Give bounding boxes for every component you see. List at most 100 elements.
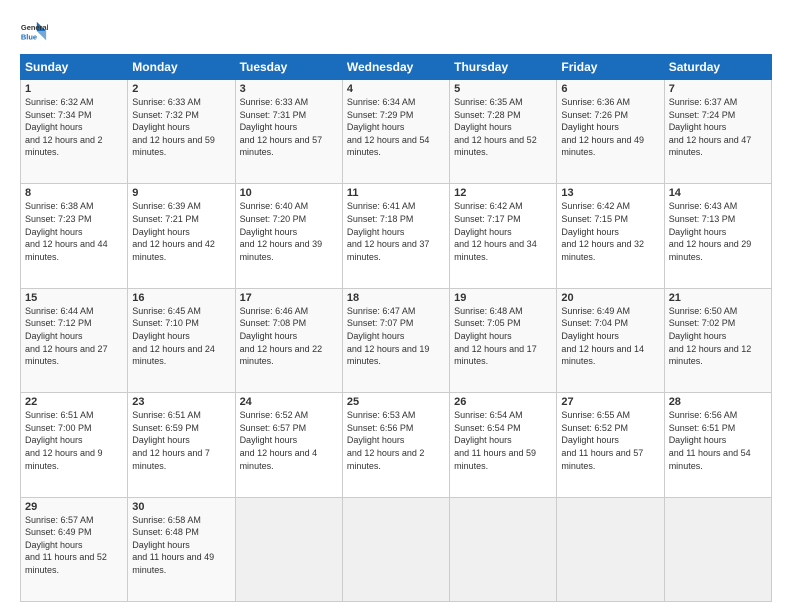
logo-icon: General Blue <box>20 18 48 46</box>
day-number: 1 <box>25 83 123 95</box>
day-info: Sunrise: 6:51 AMSunset: 7:00 PMDaylight … <box>25 409 123 472</box>
day-number: 11 <box>347 187 445 199</box>
day-header-sunday: Sunday <box>21 55 128 80</box>
day-number: 7 <box>669 83 767 95</box>
day-number: 9 <box>132 187 230 199</box>
day-info: Sunrise: 6:43 AMSunset: 7:13 PMDaylight … <box>669 200 767 263</box>
day-number: 21 <box>669 292 767 304</box>
header: General Blue <box>20 18 772 46</box>
day-info: Sunrise: 6:38 AMSunset: 7:23 PMDaylight … <box>25 200 123 263</box>
calendar-cell: 3 Sunrise: 6:33 AMSunset: 7:31 PMDayligh… <box>235 80 342 184</box>
day-info: Sunrise: 6:54 AMSunset: 6:54 PMDaylight … <box>454 409 552 472</box>
day-number: 10 <box>240 187 338 199</box>
day-info: Sunrise: 6:45 AMSunset: 7:10 PMDaylight … <box>132 305 230 368</box>
day-header-thursday: Thursday <box>450 55 557 80</box>
calendar-cell: 4 Sunrise: 6:34 AMSunset: 7:29 PMDayligh… <box>342 80 449 184</box>
calendar-cell: 28 Sunrise: 6:56 AMSunset: 6:51 PMDaylig… <box>664 393 771 497</box>
day-header-saturday: Saturday <box>664 55 771 80</box>
day-info: Sunrise: 6:48 AMSunset: 7:05 PMDaylight … <box>454 305 552 368</box>
day-number: 3 <box>240 83 338 95</box>
calendar-cell: 23 Sunrise: 6:51 AMSunset: 6:59 PMDaylig… <box>128 393 235 497</box>
calendar-cell: 30 Sunrise: 6:58 AMSunset: 6:48 PMDaylig… <box>128 497 235 601</box>
page: General Blue SundayMondayTuesdayWednesda… <box>0 0 792 612</box>
calendar-cell <box>450 497 557 601</box>
calendar-cell: 18 Sunrise: 6:47 AMSunset: 7:07 PMDaylig… <box>342 288 449 392</box>
day-number: 24 <box>240 396 338 408</box>
day-info: Sunrise: 6:52 AMSunset: 6:57 PMDaylight … <box>240 409 338 472</box>
day-info: Sunrise: 6:41 AMSunset: 7:18 PMDaylight … <box>347 200 445 263</box>
logo: General Blue <box>20 18 48 46</box>
calendar-cell <box>235 497 342 601</box>
day-header-wednesday: Wednesday <box>342 55 449 80</box>
day-info: Sunrise: 6:56 AMSunset: 6:51 PMDaylight … <box>669 409 767 472</box>
calendar-cell: 29 Sunrise: 6:57 AMSunset: 6:49 PMDaylig… <box>21 497 128 601</box>
day-number: 16 <box>132 292 230 304</box>
calendar-cell: 5 Sunrise: 6:35 AMSunset: 7:28 PMDayligh… <box>450 80 557 184</box>
calendar-cell: 10 Sunrise: 6:40 AMSunset: 7:20 PMDaylig… <box>235 184 342 288</box>
day-number: 12 <box>454 187 552 199</box>
day-number: 4 <box>347 83 445 95</box>
calendar-cell: 15 Sunrise: 6:44 AMSunset: 7:12 PMDaylig… <box>21 288 128 392</box>
day-number: 30 <box>132 501 230 513</box>
day-number: 2 <box>132 83 230 95</box>
day-info: Sunrise: 6:47 AMSunset: 7:07 PMDaylight … <box>347 305 445 368</box>
day-number: 26 <box>454 396 552 408</box>
calendar-cell: 14 Sunrise: 6:43 AMSunset: 7:13 PMDaylig… <box>664 184 771 288</box>
day-number: 18 <box>347 292 445 304</box>
calendar-cell: 20 Sunrise: 6:49 AMSunset: 7:04 PMDaylig… <box>557 288 664 392</box>
calendar-cell: 17 Sunrise: 6:46 AMSunset: 7:08 PMDaylig… <box>235 288 342 392</box>
day-info: Sunrise: 6:32 AMSunset: 7:34 PMDaylight … <box>25 96 123 159</box>
day-header-friday: Friday <box>557 55 664 80</box>
calendar-cell <box>664 497 771 601</box>
day-info: Sunrise: 6:51 AMSunset: 6:59 PMDaylight … <box>132 409 230 472</box>
calendar-cell: 22 Sunrise: 6:51 AMSunset: 7:00 PMDaylig… <box>21 393 128 497</box>
day-info: Sunrise: 6:50 AMSunset: 7:02 PMDaylight … <box>669 305 767 368</box>
day-number: 8 <box>25 187 123 199</box>
calendar-cell: 12 Sunrise: 6:42 AMSunset: 7:17 PMDaylig… <box>450 184 557 288</box>
day-info: Sunrise: 6:37 AMSunset: 7:24 PMDaylight … <box>669 96 767 159</box>
calendar-cell: 13 Sunrise: 6:42 AMSunset: 7:15 PMDaylig… <box>557 184 664 288</box>
calendar-cell: 8 Sunrise: 6:38 AMSunset: 7:23 PMDayligh… <box>21 184 128 288</box>
calendar-cell: 7 Sunrise: 6:37 AMSunset: 7:24 PMDayligh… <box>664 80 771 184</box>
day-number: 5 <box>454 83 552 95</box>
day-number: 20 <box>561 292 659 304</box>
calendar-week-5: 29 Sunrise: 6:57 AMSunset: 6:49 PMDaylig… <box>21 497 772 601</box>
day-number: 25 <box>347 396 445 408</box>
calendar-cell: 2 Sunrise: 6:33 AMSunset: 7:32 PMDayligh… <box>128 80 235 184</box>
calendar-cell: 27 Sunrise: 6:55 AMSunset: 6:52 PMDaylig… <box>557 393 664 497</box>
calendar-week-1: 1 Sunrise: 6:32 AMSunset: 7:34 PMDayligh… <box>21 80 772 184</box>
day-number: 27 <box>561 396 659 408</box>
calendar-cell: 21 Sunrise: 6:50 AMSunset: 7:02 PMDaylig… <box>664 288 771 392</box>
svg-text:Blue: Blue <box>21 32 37 41</box>
calendar-cell: 24 Sunrise: 6:52 AMSunset: 6:57 PMDaylig… <box>235 393 342 497</box>
calendar-week-3: 15 Sunrise: 6:44 AMSunset: 7:12 PMDaylig… <box>21 288 772 392</box>
day-info: Sunrise: 6:34 AMSunset: 7:29 PMDaylight … <box>347 96 445 159</box>
day-info: Sunrise: 6:49 AMSunset: 7:04 PMDaylight … <box>561 305 659 368</box>
day-info: Sunrise: 6:53 AMSunset: 6:56 PMDaylight … <box>347 409 445 472</box>
day-number: 15 <box>25 292 123 304</box>
day-number: 17 <box>240 292 338 304</box>
calendar-table: SundayMondayTuesdayWednesdayThursdayFrid… <box>20 54 772 602</box>
calendar-cell: 25 Sunrise: 6:53 AMSunset: 6:56 PMDaylig… <box>342 393 449 497</box>
calendar-cell: 11 Sunrise: 6:41 AMSunset: 7:18 PMDaylig… <box>342 184 449 288</box>
day-info: Sunrise: 6:58 AMSunset: 6:48 PMDaylight … <box>132 514 230 577</box>
day-number: 29 <box>25 501 123 513</box>
day-number: 19 <box>454 292 552 304</box>
calendar-cell: 6 Sunrise: 6:36 AMSunset: 7:26 PMDayligh… <box>557 80 664 184</box>
day-info: Sunrise: 6:36 AMSunset: 7:26 PMDaylight … <box>561 96 659 159</box>
calendar-cell: 9 Sunrise: 6:39 AMSunset: 7:21 PMDayligh… <box>128 184 235 288</box>
day-info: Sunrise: 6:46 AMSunset: 7:08 PMDaylight … <box>240 305 338 368</box>
day-info: Sunrise: 6:33 AMSunset: 7:32 PMDaylight … <box>132 96 230 159</box>
day-number: 6 <box>561 83 659 95</box>
calendar-cell <box>342 497 449 601</box>
calendar-week-2: 8 Sunrise: 6:38 AMSunset: 7:23 PMDayligh… <box>21 184 772 288</box>
calendar-cell: 19 Sunrise: 6:48 AMSunset: 7:05 PMDaylig… <box>450 288 557 392</box>
calendar-cell: 26 Sunrise: 6:54 AMSunset: 6:54 PMDaylig… <box>450 393 557 497</box>
svg-text:General: General <box>21 23 48 32</box>
day-info: Sunrise: 6:44 AMSunset: 7:12 PMDaylight … <box>25 305 123 368</box>
day-number: 22 <box>25 396 123 408</box>
day-info: Sunrise: 6:40 AMSunset: 7:20 PMDaylight … <box>240 200 338 263</box>
day-info: Sunrise: 6:57 AMSunset: 6:49 PMDaylight … <box>25 514 123 577</box>
day-header-tuesday: Tuesday <box>235 55 342 80</box>
calendar-cell: 1 Sunrise: 6:32 AMSunset: 7:34 PMDayligh… <box>21 80 128 184</box>
